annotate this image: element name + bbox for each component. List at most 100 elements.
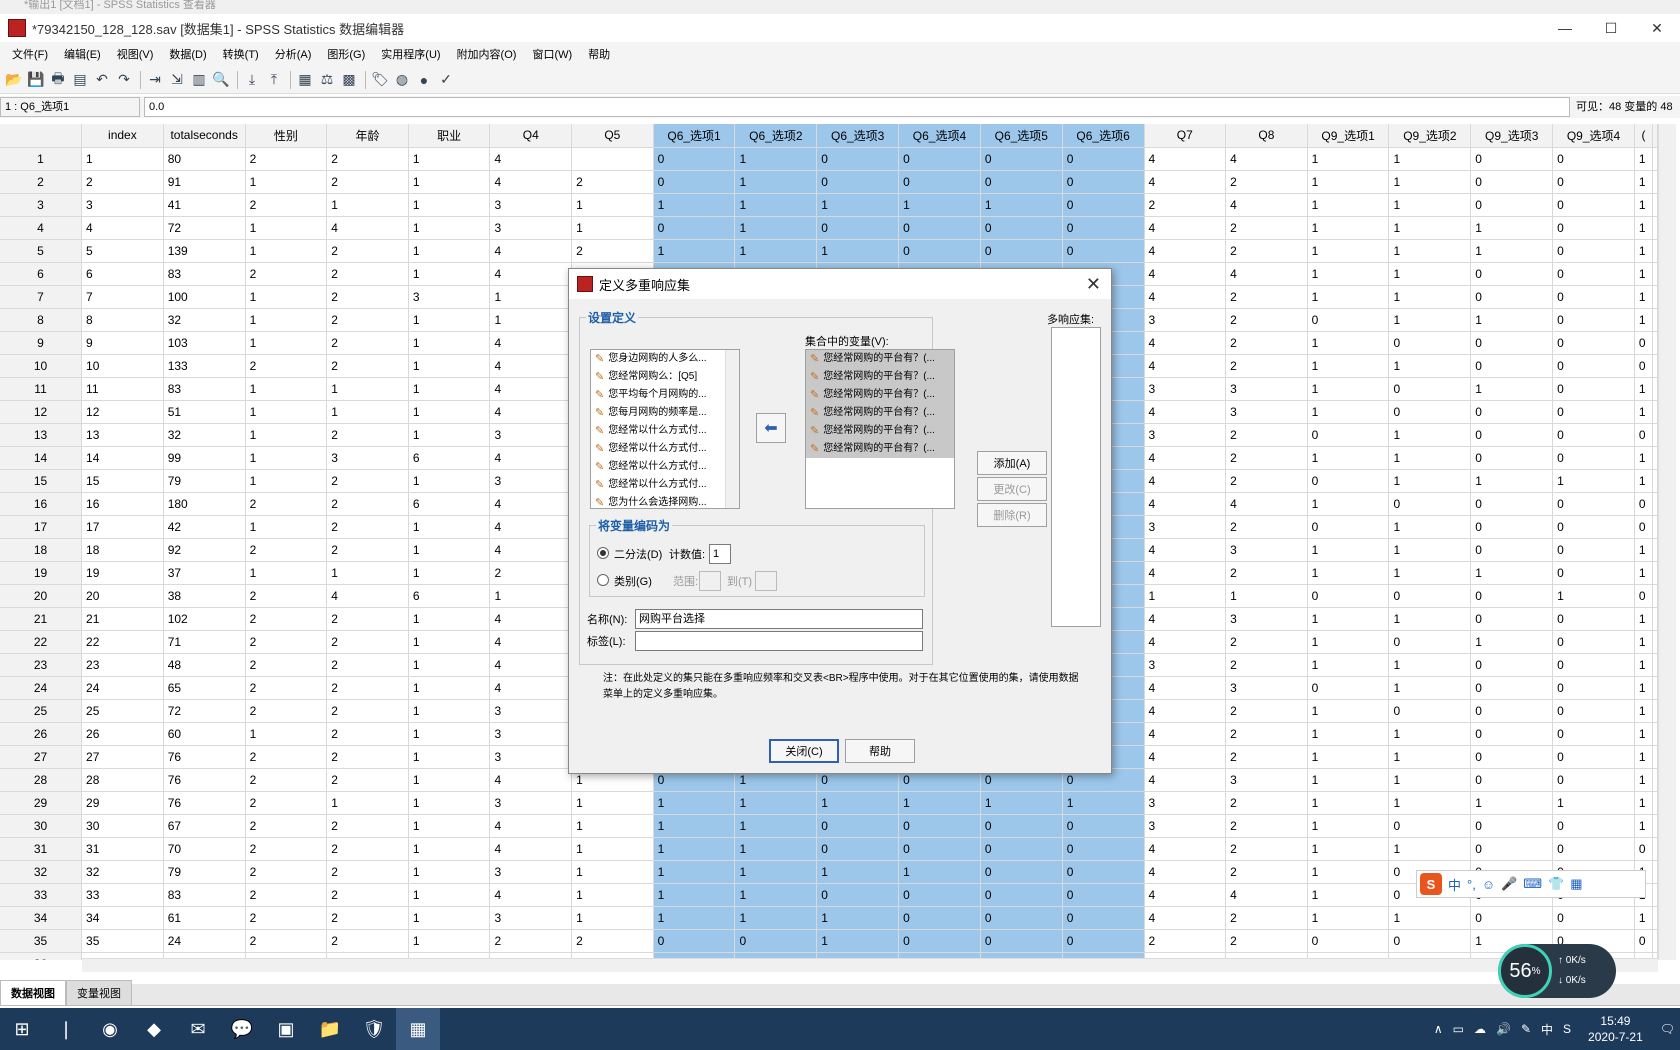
data-cell[interactable]: 0 (1552, 170, 1635, 194)
corner-header[interactable] (0, 124, 83, 148)
data-cell[interactable]: 1 (571, 216, 654, 240)
data-cell[interactable]: 1 (653, 860, 736, 884)
data-cell[interactable]: 2 (326, 147, 409, 171)
insert-cases-icon[interactable]: ⤓ (242, 70, 262, 90)
data-cell[interactable]: 1 (408, 837, 491, 861)
data-cell[interactable]: 4 (1225, 262, 1308, 286)
data-cell[interactable]: 1 (1388, 446, 1472, 470)
data-cell[interactable]: 0 (1470, 193, 1554, 217)
data-cell[interactable]: 0 (1307, 423, 1390, 447)
data-cell[interactable]: 0 (653, 929, 736, 953)
data-cell[interactable]: 4 (489, 400, 573, 424)
data-cell[interactable]: 0 (1470, 285, 1554, 309)
data-cell[interactable]: 1 (408, 768, 491, 792)
list-item[interactable]: ✎ 您经常网购的平台有？(... (806, 422, 954, 440)
data-cell[interactable]: 1 (326, 400, 409, 424)
print-icon[interactable]: 🖶 (48, 70, 68, 90)
data-cell[interactable]: 18 (81, 538, 164, 562)
column-header[interactable]: Q9_选项2 (1388, 124, 1472, 148)
menu-utilities[interactable]: 实用程序(U) (373, 46, 448, 62)
data-cell[interactable]: 1 (245, 423, 328, 447)
data-cell[interactable]: 1 (816, 906, 900, 930)
row-number[interactable]: 26 (0, 722, 83, 746)
data-cell[interactable]: 1 (245, 377, 328, 401)
remove-button[interactable]: 删除(R) (977, 503, 1047, 527)
data-cell[interactable]: 4 (489, 538, 573, 562)
data-cell[interactable]: 1 (734, 814, 818, 838)
data-cell[interactable]: 0 (1552, 193, 1635, 217)
data-cell[interactable]: 1 (1307, 331, 1390, 355)
data-cell[interactable]: 1 (1634, 906, 1654, 930)
row-number[interactable]: 11 (0, 377, 83, 401)
data-cell[interactable]: 4 (489, 354, 573, 378)
data-cell[interactable]: 0 (1470, 423, 1554, 447)
data-cell[interactable]: 23 (81, 653, 164, 677)
data-cell[interactable]: 0 (1470, 699, 1554, 723)
data-cell[interactable]: 0 (1552, 561, 1635, 585)
data-cell[interactable]: 4 (489, 607, 573, 631)
data-cell[interactable]: 0 (1552, 354, 1635, 378)
data-cell[interactable]: 0 (980, 883, 1063, 907)
data-cell[interactable]: 0 (1470, 722, 1554, 746)
data-cell[interactable]: 2 (326, 492, 409, 516)
data-cell[interactable]: 0 (1062, 216, 1145, 240)
data-cell[interactable]: 1 (816, 860, 900, 884)
data-cell[interactable]: 2 (1225, 722, 1308, 746)
data-cell[interactable]: 1 (653, 193, 736, 217)
data-cell[interactable]: 1 (571, 883, 654, 907)
row-number[interactable]: 36 (0, 952, 83, 960)
data-cell[interactable]: 1 (1388, 354, 1472, 378)
data-cell[interactable]: 4 (1144, 446, 1227, 470)
data-cell[interactable]: 1 (1388, 906, 1472, 930)
data-cell[interactable]: 2 (326, 630, 409, 654)
data-cell[interactable]: 2 (1225, 285, 1308, 309)
data-cell[interactable]: 1 (408, 331, 491, 355)
column-header[interactable]: 性别 (245, 124, 328, 148)
data-cell[interactable]: 1 (245, 216, 328, 240)
data-cell[interactable]: 1 (1144, 584, 1227, 608)
data-cell[interactable]: 2 (489, 929, 573, 953)
data-cell[interactable]: 4 (1144, 699, 1227, 723)
data-cell[interactable]: 3 (489, 423, 573, 447)
data-cell[interactable]: 1 (734, 193, 818, 217)
dialog-close-icon[interactable]: ✕ (1086, 274, 1101, 295)
spell-check-icon[interactable]: ✓ (436, 70, 456, 90)
column-header[interactable]: Q6_选项4 (898, 124, 981, 148)
data-cell[interactable]: 0 (1552, 538, 1635, 562)
data-cell[interactable]: 1 (1062, 791, 1145, 815)
vertical-scrollbar[interactable] (1658, 124, 1676, 960)
data-cell[interactable]: 0 (980, 170, 1063, 194)
dialog-recall-icon[interactable]: ▤ (70, 70, 90, 90)
data-cell[interactable]: 4 (1225, 193, 1308, 217)
data-cell[interactable]: 4 (1144, 239, 1227, 263)
data-cell[interactable]: 3 (1225, 676, 1308, 700)
data-cell[interactable]: 1 (408, 170, 491, 194)
data-cell[interactable]: 2 (245, 837, 328, 861)
data-cell[interactable]: 4 (1144, 860, 1227, 884)
data-cell[interactable]: 1 (408, 308, 491, 332)
data-cell[interactable]: 1 (408, 239, 491, 263)
data-cell[interactable]: 4 (1144, 630, 1227, 654)
data-cell[interactable]: 8 (81, 308, 164, 332)
data-cell[interactable]: 15 (81, 469, 164, 493)
data-cell[interactable]: 3 (489, 791, 573, 815)
data-cell[interactable]: 0 (980, 216, 1063, 240)
data-cell[interactable]: 1 (1388, 791, 1472, 815)
data-cell[interactable]: 83 (163, 262, 246, 286)
data-cell[interactable]: 0 (1470, 400, 1554, 424)
data-cell[interactable]: 7 (81, 285, 164, 309)
data-cell[interactable]: 2 (1225, 308, 1308, 332)
data-cell[interactable]: 0 (1388, 929, 1472, 953)
data-cell[interactable]: 1 (1307, 285, 1390, 309)
data-cell[interactable]: 4 (489, 653, 573, 677)
data-cell[interactable]: 2 (245, 538, 328, 562)
data-cell[interactable]: 0 (1470, 653, 1554, 677)
column-header[interactable]: Q8 (1225, 124, 1308, 148)
show-all-variables-icon[interactable]: ● (414, 70, 434, 90)
set-variable-list[interactable]: ✎ 您经常网购的平台有？(... ✎ 您经常网购的平台有？(... ✎ 您经常网购的平台有… (805, 349, 955, 509)
data-cell[interactable]: 2 (326, 722, 409, 746)
data-cell[interactable]: 2 (1225, 216, 1308, 240)
list-item[interactable]: ✎ 您身边网购的人多么... (591, 350, 739, 368)
data-cell[interactable]: 1 (980, 791, 1063, 815)
ime-keyboard-icon[interactable]: ⌨ (1523, 876, 1542, 892)
